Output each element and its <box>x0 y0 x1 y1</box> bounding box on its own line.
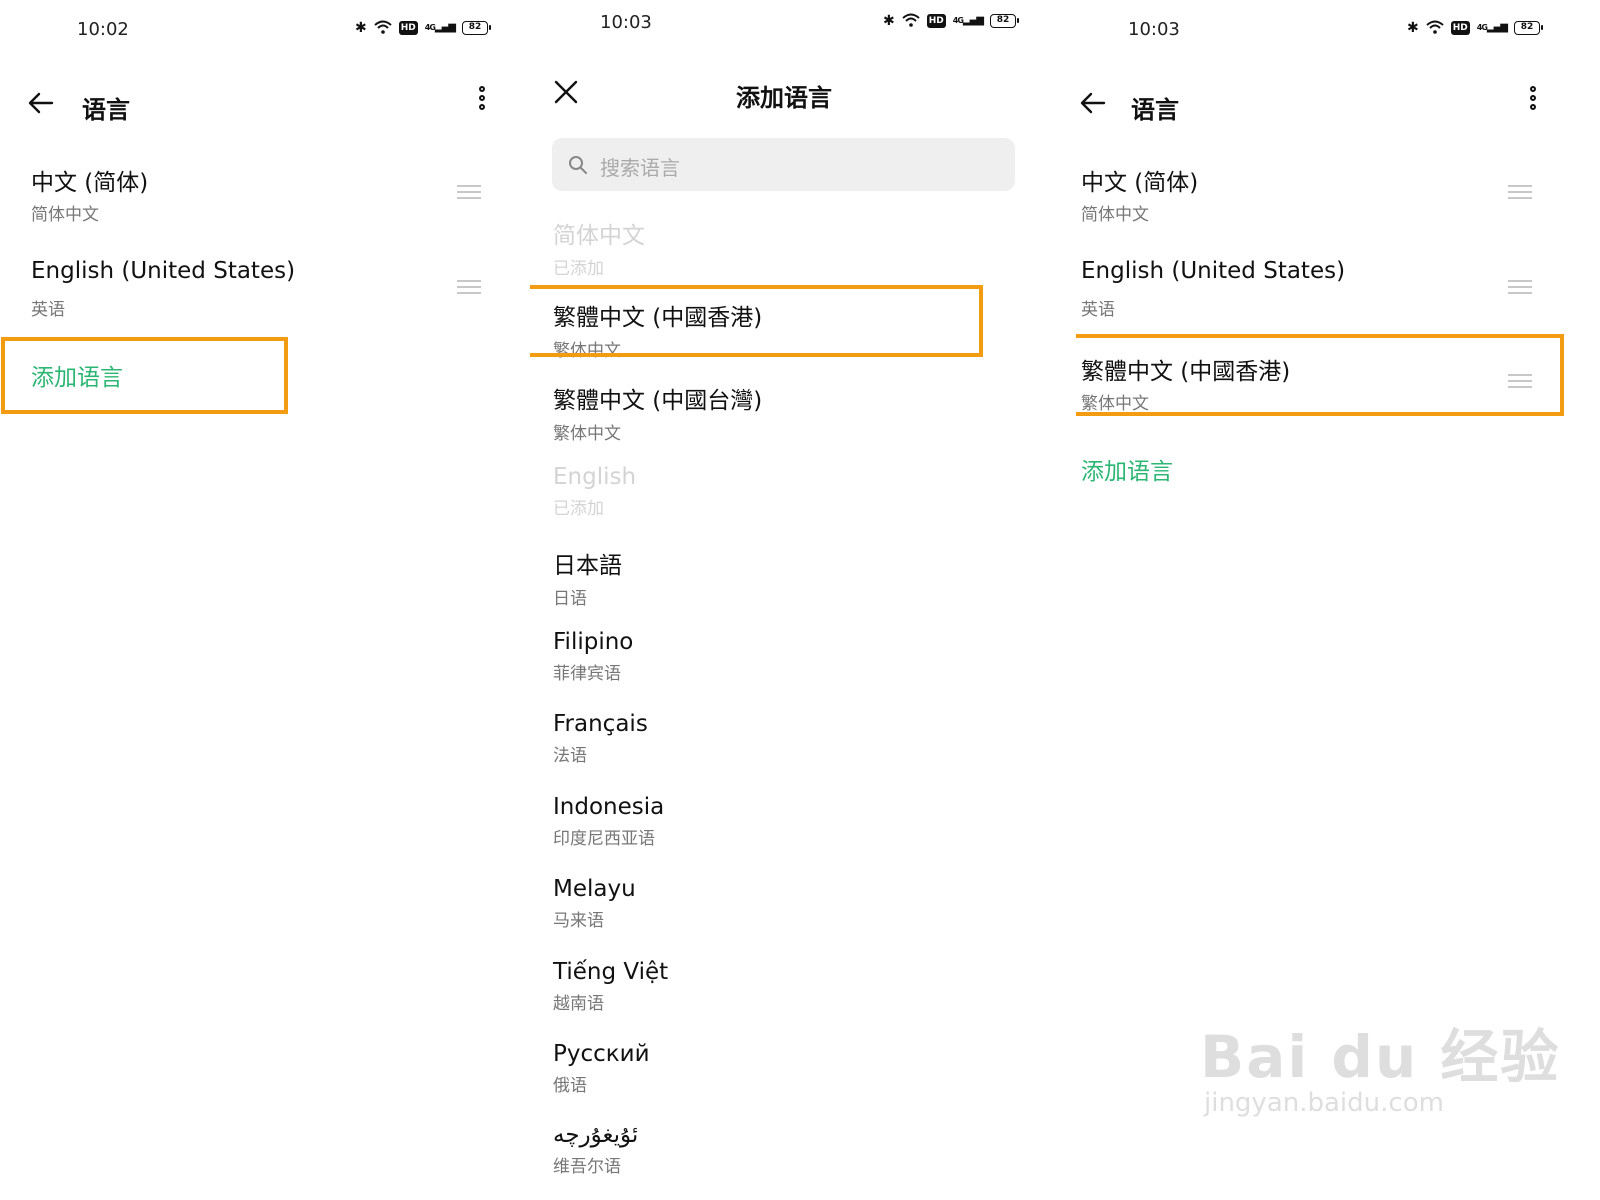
hd-icon: HD <box>1450 21 1470 35</box>
app-header: 语言 <box>0 80 515 140</box>
drag-handle-icon[interactable] <box>457 280 481 294</box>
language-name: English (United States) <box>1081 258 1346 284</box>
status-icons: ✱ HD 4G▂▄▆ 82 <box>355 20 491 36</box>
language-subtitle: 菲律宾语 <box>553 664 621 684</box>
bluetooth-icon: ✱ <box>883 13 895 29</box>
search-placeholder: 搜索语言 <box>600 156 680 180</box>
language-subtitle: 简体中文 <box>1081 205 1149 225</box>
language-name: Melayu <box>553 876 636 902</box>
status-bar: 10:02 ✱ HD 4G▂▄▆ 82 <box>0 0 515 58</box>
language-item-en-us[interactable]: English (United States) 英语 <box>0 258 515 344</box>
language-subtitle: 简体中文 <box>31 205 99 225</box>
language-name: 日本語 <box>553 553 622 579</box>
language-option-ug[interactable]: ئۇيغۇرچە 维吾尔语 <box>553 1122 638 1177</box>
bluetooth-icon: ✱ <box>355 20 367 36</box>
language-name: Русский <box>553 1041 650 1067</box>
language-item-zh-cn[interactable]: 中文 (简体) 简体中文 <box>0 163 515 249</box>
language-subtitle: 维吾尔语 <box>553 1157 621 1177</box>
language-status: 已添加 <box>553 499 604 519</box>
status-time: 10:03 <box>1128 19 1180 40</box>
language-option-en: English 已添加 <box>553 464 636 519</box>
highlight-box <box>1 337 288 414</box>
language-item-en-us[interactable]: English (United States) 英语 <box>1076 258 1600 344</box>
status-icons: ✱ HD 4G▂▄▆ 82 <box>883 13 1019 29</box>
add-language-screen: 10:03 ✱ HD 4G▂▄▆ 82 添加语言 搜索语言 简体中文 已添加 繁… <box>530 0 1050 1200</box>
language-name: 繁體中文 (中國台灣) <box>553 388 763 414</box>
language-name: Filipino <box>553 629 634 655</box>
battery-icon: 82 <box>461 21 491 35</box>
status-time: 10:03 <box>600 12 652 33</box>
language-subtitle: 法语 <box>553 746 587 766</box>
language-option-ja[interactable]: 日本語 日语 <box>553 546 622 609</box>
page-title: 添加语言 <box>736 84 832 112</box>
watermark-logo-text: Bai du 经验 <box>1200 1023 1561 1091</box>
language-subtitle: 马来语 <box>553 911 604 931</box>
hd-icon: HD <box>398 21 418 35</box>
drag-handle-icon[interactable] <box>1508 280 1532 294</box>
language-name: Indonesia <box>553 794 665 820</box>
language-subtitle: 日语 <box>553 589 587 609</box>
close-icon[interactable] <box>552 78 580 106</box>
search-icon <box>569 156 587 174</box>
language-option-ms[interactable]: Melayu 马来语 <box>553 876 636 931</box>
language-subtitle: 印度尼西亚语 <box>553 829 655 849</box>
language-subtitle: 英语 <box>31 300 65 320</box>
back-arrow-icon[interactable] <box>1078 88 1108 118</box>
language-option-fr[interactable]: Français 法语 <box>553 711 648 766</box>
language-item-zh-cn[interactable]: 中文 (简体) 简体中文 <box>1076 163 1600 249</box>
status-bar: 10:03 ✱ HD 4G▂▄▆ 82 <box>530 0 1050 58</box>
battery-icon: 82 <box>1513 21 1543 35</box>
add-language-button[interactable]: 添加语言 <box>1081 452 1173 486</box>
signal-icon: 4G▂▄▆ <box>1476 22 1508 33</box>
signal-icon: 4G▂▄▆ <box>424 22 456 33</box>
search-input[interactable]: 搜索语言 <box>552 138 1015 191</box>
language-name: Tiếng Việt <box>553 959 669 985</box>
language-option-zh-cn: 简体中文 已添加 <box>553 216 645 279</box>
status-icons: ✱ HD 4G▂▄▆ 82 <box>1407 20 1543 36</box>
battery-icon: 82 <box>989 14 1019 28</box>
drag-handle-icon[interactable] <box>457 185 481 199</box>
language-subtitle: 俄语 <box>553 1076 587 1096</box>
language-subtitle: 越南语 <box>553 994 604 1014</box>
language-name: Français <box>553 711 648 737</box>
status-time: 10:02 <box>77 19 129 40</box>
language-name: ئۇيغۇرچە <box>553 1122 639 1148</box>
status-bar: 10:03 ✱ HD 4G▂▄▆ 82 <box>1076 0 1600 58</box>
language-status: 已添加 <box>553 259 604 279</box>
hd-icon: HD <box>926 14 946 28</box>
wifi-icon <box>374 20 392 36</box>
bluetooth-icon: ✱ <box>1407 20 1419 36</box>
language-name: English (United States) <box>31 258 296 284</box>
baidu-jingyan-watermark: Bai du 经验 jingyan.baidu.com <box>1200 1010 1560 1118</box>
highlight-box <box>530 285 983 357</box>
language-settings-screen-before: 10:02 ✱ HD 4G▂▄▆ 82 语言 中文 (简体) 简体中文 Engl… <box>0 0 515 1200</box>
language-option-zh-tw[interactable]: 繁體中文 (中國台灣) 繁体中文 <box>553 381 762 444</box>
language-option-ru[interactable]: Русский 俄语 <box>553 1041 650 1096</box>
language-subtitle: 英语 <box>1081 300 1115 320</box>
language-option-id[interactable]: Indonesia 印度尼西亚语 <box>553 794 664 849</box>
back-arrow-icon[interactable] <box>26 88 56 118</box>
more-options-icon[interactable] <box>1526 86 1540 118</box>
signal-icon: 4G▂▄▆ <box>952 15 984 26</box>
language-name: English <box>553 464 637 490</box>
app-header: 语言 <box>1076 80 1600 140</box>
language-subtitle: 繁体中文 <box>553 424 621 444</box>
page-title: 语言 <box>82 96 130 124</box>
language-name: 中文 (简体) <box>31 170 149 196</box>
wifi-icon <box>902 13 920 29</box>
more-options-icon[interactable] <box>475 86 489 118</box>
wifi-icon <box>1426 20 1444 36</box>
language-option-vi[interactable]: Tiếng Việt 越南语 <box>553 959 668 1014</box>
language-option-fil[interactable]: Filipino 菲律宾语 <box>553 629 633 684</box>
drag-handle-icon[interactable] <box>1508 185 1532 199</box>
page-title: 语言 <box>1131 96 1179 124</box>
language-name: 中文 (简体) <box>1081 170 1199 196</box>
language-name: 简体中文 <box>553 223 645 249</box>
highlight-box <box>1076 334 1564 416</box>
